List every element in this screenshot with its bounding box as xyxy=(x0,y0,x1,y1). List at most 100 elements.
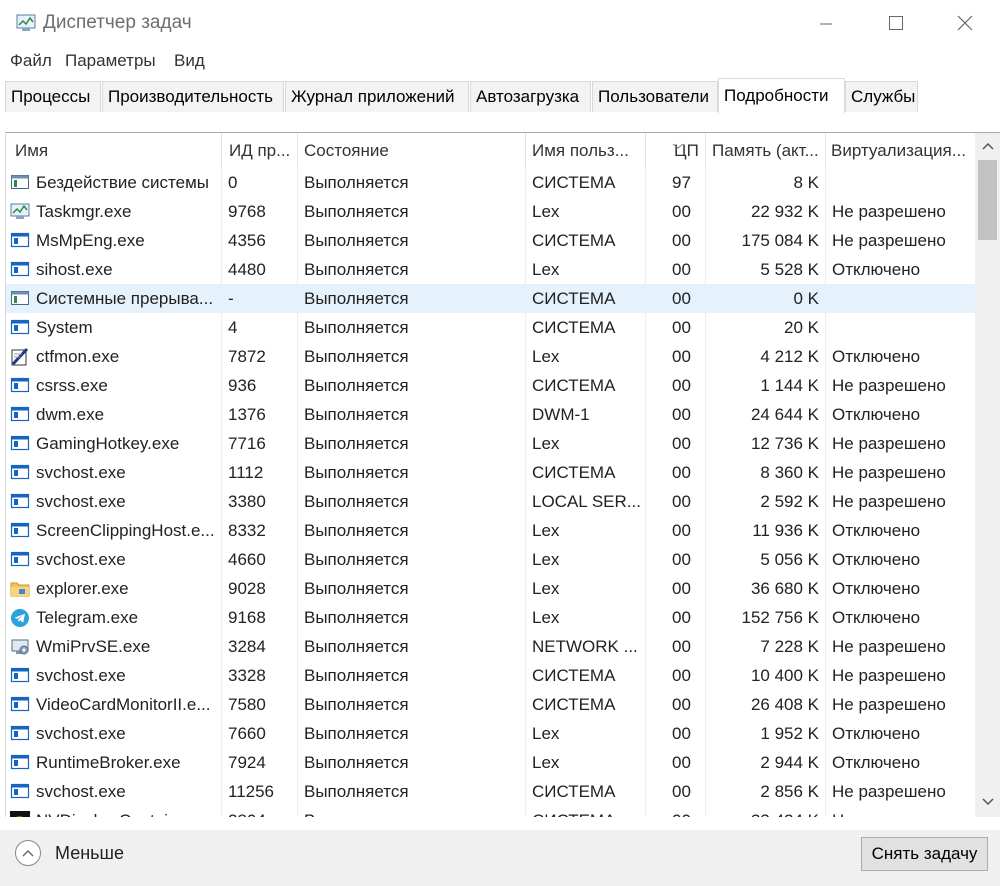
tab-users[interactable]: Пользователи xyxy=(592,81,718,112)
table-row[interactable]: explorer.exe 9028 Выполняется Lex 00 36 680 K… xyxy=(6,574,976,603)
process-virtualization: Не разрешено xyxy=(832,434,946,453)
table-row[interactable]: Бездействие системы 0 Выполняется СИСТЕМА 97… xyxy=(6,168,976,197)
process-name: svchost.exe xyxy=(36,550,126,569)
close-button[interactable] xyxy=(930,0,1000,46)
window-title: Диспетчер задач xyxy=(43,12,192,33)
column-header-virtualization[interactable]: Виртуализация... xyxy=(826,133,976,168)
process-status: Выполняется xyxy=(304,231,409,250)
process-name: dwm.exe xyxy=(36,405,105,424)
maximize-button[interactable] xyxy=(861,0,931,46)
process-memory: 2 944 K xyxy=(760,753,819,772)
process-user: Lex xyxy=(532,260,560,279)
process-memory: 4 212 K xyxy=(760,347,819,366)
tab-details[interactable]: Подробности xyxy=(718,78,845,113)
vertical-scrollbar[interactable] xyxy=(975,133,1000,817)
table-row[interactable]: WmiPrvSE.exe 3284 Выполняется NETWORK ... 00… xyxy=(6,632,976,661)
table-row[interactable]: svchost.exe 7660 Выполняется Lex 00 1 952 K От… xyxy=(6,719,976,748)
process-virtualization: Не разрешено xyxy=(832,492,946,511)
column-header-user[interactable]: Имя польз... xyxy=(526,133,646,168)
process-pid: 9028 xyxy=(228,579,266,598)
table-row[interactable]: sihost.exe 4480 Выполняется Lex 00 5 528 K Отк… xyxy=(6,255,976,284)
tab-startup[interactable]: Автозагрузка xyxy=(470,81,591,112)
chevron-down-icon xyxy=(981,793,994,811)
column-header-status[interactable]: Состояние xyxy=(298,133,526,168)
process-name: ctfmon.exe xyxy=(36,347,120,366)
process-cpu: 00 xyxy=(672,579,691,598)
table-row[interactable]: dwm.exe 1376 Выполняется DWM-1 00 24 644 K Отк… xyxy=(6,400,976,429)
process-name: csrss.exe xyxy=(36,376,108,395)
table-row[interactable]: MsMpEng.exe 4356 Выполняется СИСТЕМА 00 175 0… xyxy=(6,226,976,255)
table-row[interactable]: RuntimeBroker.exe 7924 Выполняется Lex 00 2 9… xyxy=(6,748,976,777)
table-row[interactable]: Telegram.exe 9168 Выполняется Lex 00 152 756 … xyxy=(6,603,976,632)
table-row[interactable]: svchost.exe 3380 Выполняется LOCAL SER... 00… xyxy=(6,487,976,516)
process-name: svchost.exe xyxy=(36,782,126,801)
column-header-name[interactable]: Имя xyxy=(6,133,222,168)
table-row[interactable]: VideoCardMonitorII.e... 7580 Выполняется СИ… xyxy=(6,690,976,719)
process-pid: 4 xyxy=(228,318,238,337)
tab-processes[interactable]: Процессы xyxy=(5,81,101,112)
tab-app-history[interactable]: Журнал приложений xyxy=(285,81,469,112)
menu-view[interactable]: Вид xyxy=(174,51,205,71)
table-row[interactable]: svchost.exe 1112 Выполняется СИСТЕМА 00 8 360… xyxy=(6,458,976,487)
process-memory: 0 K xyxy=(793,289,819,308)
tab-services[interactable]: Службы xyxy=(845,81,918,112)
process-user: СИСТЕМА xyxy=(532,318,616,337)
table-row[interactable]: GamingHotkey.exe 7716 Выполняется Lex 00 12 7… xyxy=(6,429,976,458)
process-status: Выполняется xyxy=(304,173,409,192)
process-pid: - xyxy=(228,289,234,308)
table-row[interactable]: svchost.exe 11256 Выполняется СИСТЕМА 00 2 85… xyxy=(6,777,976,806)
minimize-button[interactable] xyxy=(791,0,861,46)
process-name: WmiPrvSE.exe xyxy=(36,637,151,656)
process-virtualization: Не разрешено xyxy=(832,782,946,801)
fewer-details-button[interactable]: Меньше xyxy=(15,840,124,866)
process-virtualization: Не разрешено xyxy=(832,806,976,817)
process-cpu: 00 xyxy=(672,434,691,453)
window-app-icon xyxy=(10,492,30,510)
scroll-up-button[interactable] xyxy=(975,135,1000,157)
window-app-icon xyxy=(10,405,30,423)
column-header-memory[interactable]: Память (акт... xyxy=(706,133,826,168)
process-user: СИСТЕМА xyxy=(532,173,616,192)
table-row[interactable]: ScreenClippingHost.e... 8332 Выполняется Le… xyxy=(6,516,976,545)
process-cpu: 00 xyxy=(672,260,691,279)
menu-options[interactable]: Параметры xyxy=(65,51,156,71)
process-cpu: 00 xyxy=(672,782,691,801)
table-row[interactable]: System 4 Выполняется СИСТЕМА 00 20 K xyxy=(6,313,976,342)
close-icon xyxy=(957,15,973,31)
nvidia-icon xyxy=(10,811,30,817)
process-memory: 175 084 K xyxy=(741,231,819,250)
table-row[interactable]: Taskmgr.exe 9768 Выполняется Lex 00 22 932 K Н… xyxy=(6,197,976,226)
window-app-icon xyxy=(10,231,30,249)
process-cpu: 00 xyxy=(672,753,691,772)
table-row[interactable]: NVDisplay.Contai... 2804 Выполняется СИСТЕМ… xyxy=(6,806,976,817)
process-virtualization: Не разрешено xyxy=(832,695,946,714)
scrollbar-thumb[interactable] xyxy=(978,160,997,240)
process-status: Выполняется xyxy=(304,666,409,685)
tab-strip: Процессы Производительность Журнал прило… xyxy=(0,78,1000,113)
process-name: VideoCardMonitorII.e... xyxy=(36,695,211,714)
tab-performance[interactable]: Производительность xyxy=(102,81,284,112)
menu-file[interactable]: Файл xyxy=(10,51,52,71)
bottom-bar: Меньше Снять задачу xyxy=(0,830,1000,886)
process-memory: 1 144 K xyxy=(760,376,819,395)
table-row[interactable]: svchost.exe 3328 Выполняется СИСТЕМА 00 10 40… xyxy=(6,661,976,690)
process-cpu: 00 xyxy=(672,521,691,540)
table-row[interactable]: Системные прерыва... - Выполняется СИСТЕМА 0… xyxy=(6,284,976,313)
column-header-pid[interactable]: ИД пр... xyxy=(222,133,298,168)
end-task-button[interactable]: Снять задачу xyxy=(861,837,988,871)
minimize-icon xyxy=(819,16,833,30)
details-panel: Имя ИД пр... Состояние Имя польз... ЦП П… xyxy=(0,112,1000,830)
process-cpu: 00 xyxy=(672,202,691,221)
process-status: Выполняется xyxy=(304,405,409,424)
scroll-down-button[interactable] xyxy=(975,791,1000,813)
idle-process-icon xyxy=(10,289,30,307)
ctfmon-icon xyxy=(10,347,30,366)
table-row[interactable]: csrss.exe 936 Выполняется СИСТЕМА 00 1 144 K Н… xyxy=(6,371,976,400)
process-user: Lex xyxy=(532,347,560,366)
table-row[interactable]: ctfmon.exe 7872 Выполняется Lex 00 4 212 K Отк… xyxy=(6,342,976,371)
process-name: Telegram.exe xyxy=(36,608,139,627)
table-row[interactable]: svchost.exe 4660 Выполняется Lex 00 5 056 K От… xyxy=(6,545,976,574)
process-user: СИСТЕМА xyxy=(532,289,616,308)
process-user: Lex xyxy=(532,521,560,540)
process-memory: 11 936 K xyxy=(752,521,819,540)
